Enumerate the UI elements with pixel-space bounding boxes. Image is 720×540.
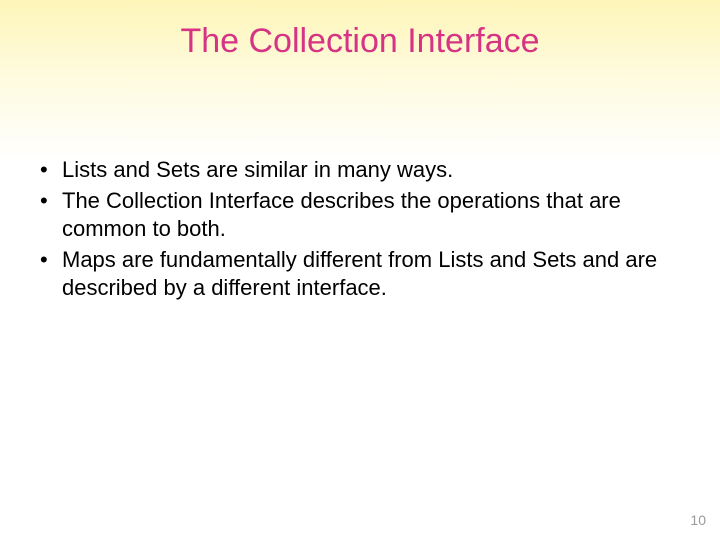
bullet-text: Maps are fundamentally different from Li… — [62, 246, 670, 303]
bullet-text: The Collection Interface describes the o… — [62, 187, 670, 244]
bullet-icon: • — [40, 246, 62, 275]
page-number: 10 — [690, 512, 706, 528]
bullet-icon: • — [40, 187, 62, 216]
slide-content: • Lists and Sets are similar in many way… — [0, 71, 720, 303]
list-item: • The Collection Interface describes the… — [40, 187, 670, 244]
bullet-text: Lists and Sets are similar in many ways. — [62, 156, 453, 185]
bullet-icon: • — [40, 156, 62, 185]
slide-title: The Collection Interface — [0, 0, 720, 71]
list-item: • Maps are fundamentally different from … — [40, 246, 670, 303]
list-item: • Lists and Sets are similar in many way… — [40, 156, 670, 185]
